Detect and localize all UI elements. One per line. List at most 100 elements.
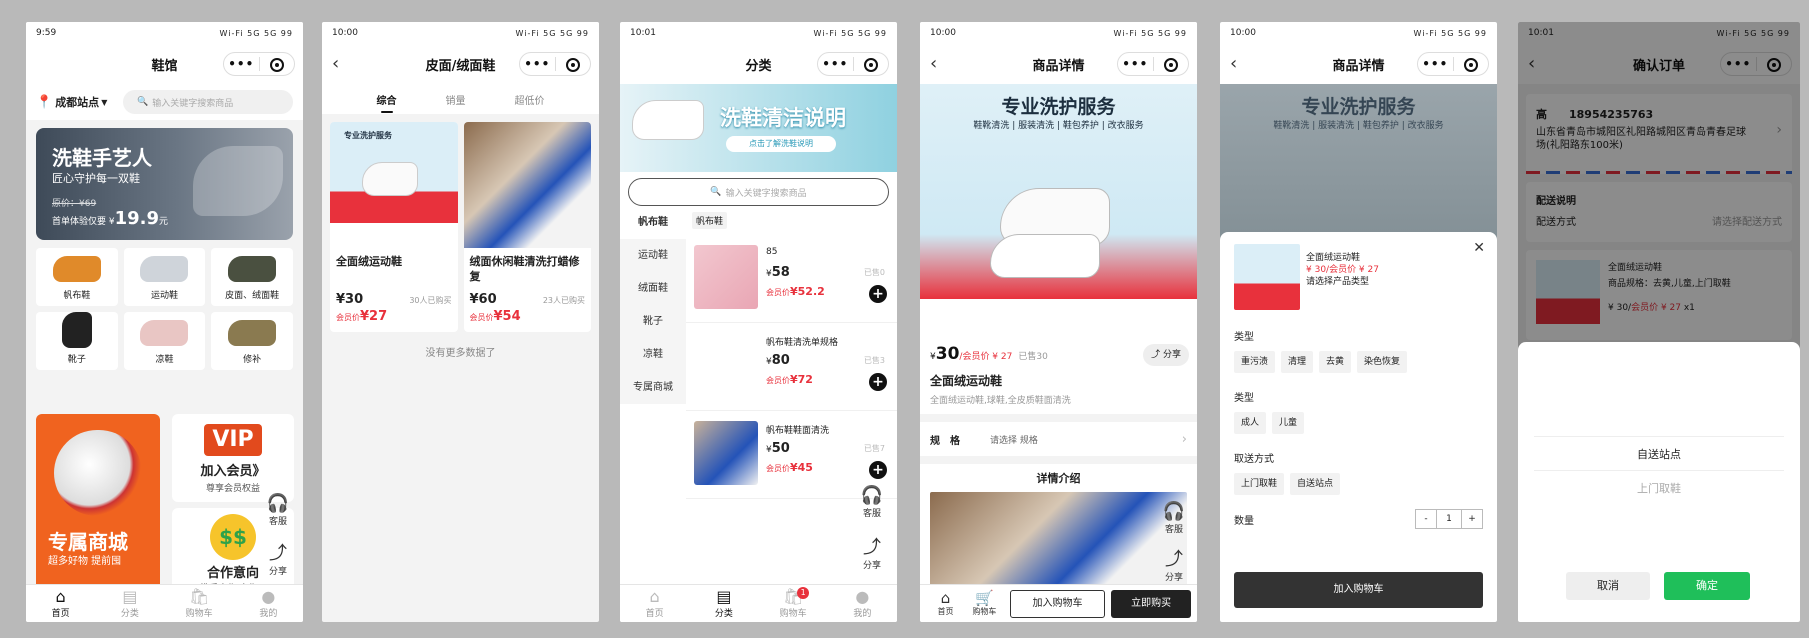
capsule-menu[interactable]: •••	[817, 52, 889, 76]
option-chip[interactable]: 去黄	[1319, 351, 1352, 373]
tab-mine[interactable]: ● 我的	[234, 585, 303, 622]
option-chip[interactable]: 儿童	[1272, 412, 1305, 434]
search-input[interactable]: 🔍 输入关键字搜索商品	[123, 90, 293, 114]
category-label: 凉鞋	[155, 355, 174, 365]
sidebar-item-mall[interactable]: 专属商城	[620, 371, 686, 404]
share-float-button[interactable]: ⤴ 分享	[1157, 550, 1191, 584]
list-item[interactable]: 帆布鞋清洗单规格 ¥80 会员价¥72 已售3 +	[686, 323, 897, 411]
plus-button[interactable]: +	[1462, 510, 1482, 528]
search-input[interactable]: 🔍 输入关键字搜索商品	[628, 178, 889, 206]
product-card[interactable]: 绒面休闲鞋清洗打蜡修复 ¥60 23人已购买 会员价¥54	[463, 122, 591, 332]
close-miniapp-icon[interactable]	[556, 53, 591, 75]
share-icon: ⤴	[863, 537, 881, 558]
tab-home[interactable]: ⌂ 首页	[26, 585, 95, 622]
tab-sales[interactable]: 销量	[446, 92, 466, 107]
tab-cart[interactable]: 🛍 1 购物车	[759, 585, 828, 622]
add-to-cart-icon[interactable]: +	[869, 461, 887, 479]
sold-count: 23人已购买	[542, 296, 585, 305]
back-arrow-icon[interactable]: ‹	[332, 55, 339, 73]
detail-title: 详情介绍	[1036, 472, 1081, 485]
capsule-menu[interactable]: •••	[223, 52, 295, 76]
confirm-button[interactable]: 确定	[1664, 572, 1750, 600]
leather-shoe-image	[228, 256, 277, 282]
vip-card[interactable]: VIP 加入会员》 尊享会员权益	[172, 414, 294, 502]
category-sandals[interactable]: 凉鞋	[123, 312, 206, 370]
exclusive-mall-card[interactable]: 专属商城 超多好物 提前囤	[36, 414, 160, 600]
subcategory-tag[interactable]: 帆布鞋	[692, 212, 728, 229]
customer-service-button[interactable]: 🎧 客服	[855, 486, 889, 520]
sidebar-item-sandals[interactable]: 凉鞋	[620, 338, 686, 371]
close-icon[interactable]: ✕	[1473, 240, 1485, 256]
chevron-down-icon[interactable]: ▼	[101, 98, 107, 107]
promo-banner[interactable]: 洗鞋手艺人 匠心守护每一双鞋 原价：¥69 首单体验仅要 ¥19.9元	[36, 128, 293, 240]
tab-mine[interactable]: ● 我的	[828, 585, 897, 622]
tab-cart[interactable]: 🛍 购物车	[165, 585, 234, 622]
product-name: 帆布鞋鞋面清洗	[766, 426, 830, 436]
city-selector[interactable]: 成都站点	[55, 94, 99, 110]
washing-guide-banner[interactable]: 洗鞋清洁说明 点击了解洗鞋说明	[620, 84, 897, 172]
category-boots[interactable]: 靴子	[36, 312, 118, 370]
sidebar-item-sports[interactable]: 运动鞋	[620, 239, 686, 272]
share-button[interactable]: ⤴ 分享	[1143, 344, 1189, 366]
add-to-cart-icon[interactable]: +	[869, 373, 887, 391]
share-button[interactable]: ⤴ 分享	[261, 544, 295, 578]
quantity-stepper[interactable]: -1 +	[1415, 509, 1483, 529]
product-card[interactable]: 专业洗护服务 全面绒运动鞋 ¥30 30人已购买 会员价¥27	[330, 122, 458, 332]
cart-button[interactable]: 🛒 购物车	[965, 590, 1004, 617]
customer-service-button[interactable]: 🎧 客服	[1157, 502, 1191, 536]
option-chip[interactable]: 重污渍	[1234, 351, 1276, 373]
tab-category[interactable]: ▤ 分类	[689, 585, 758, 622]
option-chip[interactable]: 上门取鞋	[1234, 473, 1285, 495]
cancel-button[interactable]: 取消	[1566, 572, 1650, 600]
minus-button[interactable]: -	[1416, 510, 1436, 528]
tab-low-price[interactable]: 超低价	[515, 92, 545, 107]
sidebar-item-boots[interactable]: 靴子	[620, 305, 686, 338]
option-chip[interactable]: 清理	[1281, 351, 1314, 373]
user-icon: ●	[855, 587, 870, 606]
capsule-menu[interactable]: •••	[1417, 52, 1489, 76]
sidebar-item-canvas[interactable]: 帆布鞋	[620, 206, 686, 239]
category-repair[interactable]: 修补	[211, 312, 293, 370]
list-item[interactable]: 85 ¥58 会员价¥52.2 已售0 +	[686, 235, 897, 323]
banner-link[interactable]: 点击了解洗鞋说明	[726, 136, 836, 152]
category-sports[interactable]: 运动鞋	[123, 248, 206, 306]
buy-now-button[interactable]: 立即购买	[1111, 589, 1192, 618]
spec-selector[interactable]: 规 格 请选择 规格 ›	[920, 422, 1197, 456]
more-icon[interactable]: •••	[520, 53, 555, 75]
home-button[interactable]: ⌂ 首页	[926, 590, 965, 617]
quantity-value[interactable]: 1	[1436, 510, 1462, 528]
close-miniapp-icon[interactable]	[1154, 53, 1189, 75]
option-chip[interactable]: 成人	[1234, 412, 1267, 434]
close-miniapp-icon[interactable]	[260, 53, 295, 75]
option-chip[interactable]: 自送站点	[1290, 473, 1341, 495]
option-chip[interactable]: 染色恢复	[1357, 351, 1408, 373]
share-button[interactable]: ⤴ 分享	[855, 537, 889, 572]
tab-comprehensive[interactable]: 综合	[377, 92, 397, 113]
sold-count: 已售30	[1018, 352, 1048, 362]
category-canvas[interactable]: 帆布鞋	[36, 248, 118, 306]
picker-option-selected[interactable]: 自送站点	[1518, 446, 1800, 462]
product-price: ¥58	[766, 265, 790, 280]
more-icon[interactable]: •••	[224, 53, 259, 75]
category-leather[interactable]: 皮面、绒面鞋	[211, 248, 293, 306]
price-row: ¥30 30人已购买	[330, 292, 458, 307]
capsule-menu[interactable]: •••	[519, 52, 591, 76]
page-title: 皮面/绒面鞋	[425, 58, 496, 74]
picker-option[interactable]: 上门取鞋	[1518, 480, 1800, 496]
more-icon[interactable]: •••	[1418, 53, 1453, 75]
sidebar-item-suede[interactable]: 绒面鞋	[620, 272, 686, 305]
status-icons: Wi-Fi 5G 5G 99	[515, 28, 589, 38]
more-icon[interactable]: •••	[1118, 53, 1153, 75]
add-to-cart-button[interactable]: 加入购物车	[1009, 589, 1106, 618]
capsule-menu[interactable]: •••	[1117, 52, 1189, 76]
close-miniapp-icon[interactable]	[1454, 53, 1489, 75]
back-arrow-icon[interactable]: ‹	[1230, 55, 1237, 73]
add-to-cart-icon[interactable]: +	[869, 285, 887, 303]
customer-service-button[interactable]: 🎧 客服	[261, 494, 295, 528]
tab-home[interactable]: ⌂ 首页	[620, 585, 689, 622]
tab-category[interactable]: ▤ 分类	[95, 585, 164, 622]
more-icon[interactable]: •••	[818, 53, 853, 75]
close-miniapp-icon[interactable]	[854, 53, 889, 75]
add-to-cart-button[interactable]: 加入购物车	[1234, 572, 1483, 608]
back-arrow-icon[interactable]: ‹	[930, 55, 937, 73]
